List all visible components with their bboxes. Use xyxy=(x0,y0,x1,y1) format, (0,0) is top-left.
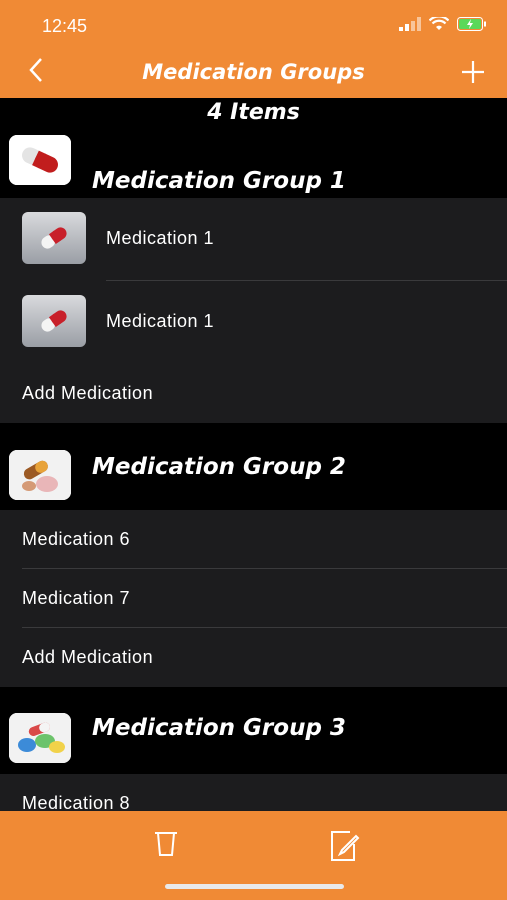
medication-row[interactable]: Medication 1 xyxy=(0,281,507,364)
pills-icon xyxy=(9,450,71,500)
add-group-button[interactable] xyxy=(461,54,485,92)
add-medication-label: Add Medication xyxy=(22,647,154,667)
medication-groups-list[interactable]: 4 Items Medication Group 1 Medication 1 xyxy=(0,98,507,811)
pill-thumbnail xyxy=(22,212,86,264)
add-medication-button[interactable]: Add Medication xyxy=(0,364,507,423)
status-time: 12:45 xyxy=(42,16,88,36)
medication-row[interactable]: Medication 1 xyxy=(0,198,507,281)
medication-row[interactable]: Medication 7 xyxy=(0,569,507,628)
cellular-signal-icon xyxy=(399,17,421,31)
status-bar: 12:45 xyxy=(0,0,507,50)
pill-icon xyxy=(41,310,67,332)
capsule-image xyxy=(9,135,71,185)
edit-icon xyxy=(331,831,360,861)
group-header[interactable]: Medication Group 3 xyxy=(0,687,507,774)
medication-label: Medication 8 xyxy=(22,793,131,811)
add-medication-button[interactable]: Add Medication xyxy=(0,628,507,687)
trash-icon xyxy=(155,832,177,856)
status-icons xyxy=(399,17,487,31)
page-title: Medication Groups xyxy=(142,60,365,84)
items-count: 4 Items xyxy=(207,100,300,125)
capsule-icon xyxy=(9,135,71,185)
delete-button[interactable] xyxy=(152,828,180,862)
add-medication-label: Add Medication xyxy=(22,383,154,403)
medication-label: Medication 7 xyxy=(22,588,131,608)
medication-row[interactable]: Medication 6 xyxy=(0,510,507,569)
wifi-icon xyxy=(429,17,449,30)
group-medications: Medication 6 Medication 7 Add Medication xyxy=(0,510,507,687)
group-title: Medication Group 1 xyxy=(92,168,346,194)
battery-charging-icon xyxy=(457,17,486,31)
plus-icon xyxy=(462,61,484,83)
pill-thumbnail xyxy=(22,295,86,347)
group-title: Medication Group 3 xyxy=(92,715,346,741)
group-medications: Medication 1 Medication 1 Add Medication xyxy=(0,198,507,423)
medication-label: Medication 6 xyxy=(22,529,131,549)
navigation-bar: Medication Groups xyxy=(0,50,507,98)
group-header[interactable]: Medication Group 2 xyxy=(0,423,507,510)
home-indicator xyxy=(165,884,344,889)
edit-button[interactable] xyxy=(328,828,362,866)
medication-label: Medication 1 xyxy=(106,228,215,248)
group-title: Medication Group 2 xyxy=(92,454,346,480)
assorted-pills-image xyxy=(9,713,71,763)
pills-image xyxy=(9,450,71,500)
group-medications: Medication 8 xyxy=(0,774,507,811)
medication-label: Medication 1 xyxy=(106,311,215,331)
medication-row[interactable]: Medication 8 xyxy=(0,774,507,811)
pill-icon xyxy=(41,227,67,249)
pills-icon xyxy=(9,713,71,763)
group-header[interactable]: Medication Group 1 xyxy=(0,126,507,198)
